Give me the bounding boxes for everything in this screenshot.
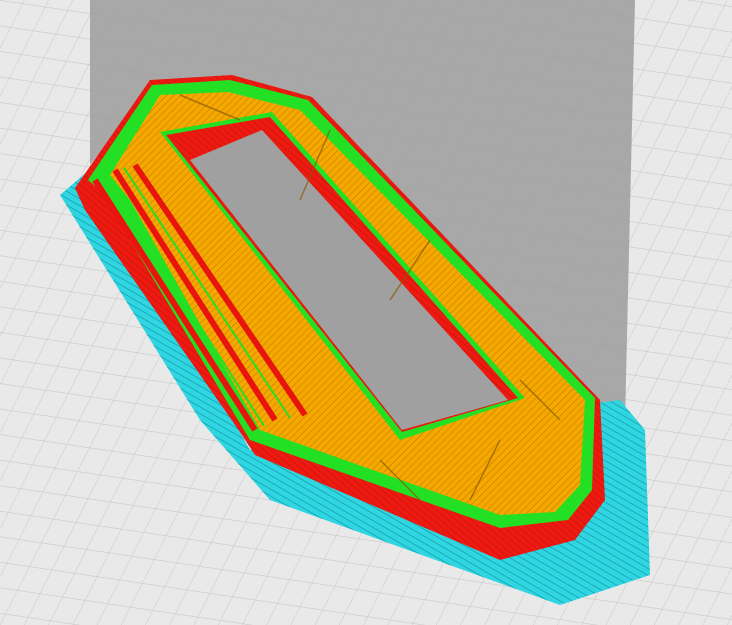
3d-viewport[interactable] xyxy=(0,0,732,625)
